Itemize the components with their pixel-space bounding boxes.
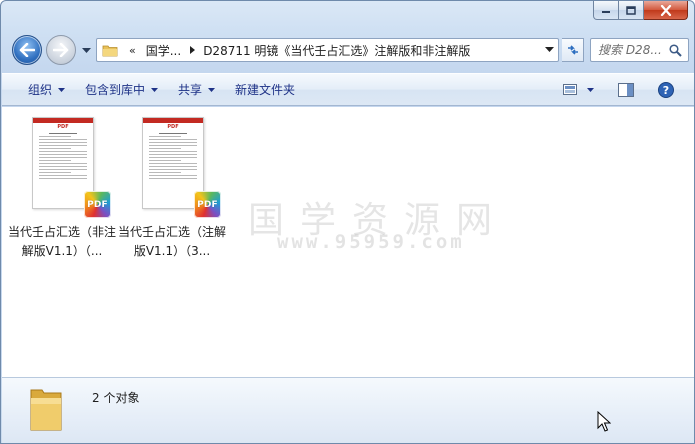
pdf-badge-label: PDF: [197, 199, 218, 210]
view-icon: [563, 83, 577, 95]
pdf-badge-label: PDF: [87, 199, 108, 210]
back-button[interactable]: [12, 35, 42, 65]
chevron-down-icon: [208, 87, 216, 92]
address-dropdown[interactable]: [540, 39, 558, 61]
recent-pages-dropdown[interactable]: [80, 45, 92, 57]
help-button[interactable]: ?: [652, 73, 680, 106]
breadcrumb-arrow-icon[interactable]: [185, 46, 199, 54]
explorer-window: « 国学... D28711 明镜《当代壬占汇选》注解版和非注解版 组织: [0, 0, 695, 444]
file-item[interactable]: PDF PDF 当代壬占汇选（非注解版V1.1）（...: [8, 113, 116, 263]
navigation-row: « 国学... D28711 明镜《当代壬占汇选》注解版和非注解版: [9, 31, 689, 71]
svg-text:?: ?: [663, 84, 669, 97]
address-bar[interactable]: « 国学... D28711 明镜《当代壬占汇选》注解版和非注解版: [96, 38, 559, 62]
search-icon: [669, 43, 682, 57]
thumbnail-label: PDF: [57, 124, 69, 130]
organize-label: 组织: [28, 83, 53, 97]
help-icon: ?: [658, 81, 674, 98]
pdf-file-icon: PDF: [84, 191, 111, 218]
refresh-button[interactable]: [562, 38, 584, 62]
breadcrumb-current-folder[interactable]: D28711 明镜《当代壬占汇选》注解版和非注解版: [199, 42, 474, 59]
chevron-down-icon: [58, 87, 66, 92]
share-label: 共享: [178, 83, 203, 97]
file-name[interactable]: 当代壬占汇选（注解版V1.1）（3...: [118, 223, 226, 261]
file-list-area[interactable]: PDF PDF 当代壬占汇选（非注解版V1.1）（... PDF PDF 当代壬…: [2, 107, 694, 377]
chevron-down-icon: [81, 48, 91, 53]
file-item[interactable]: PDF PDF 当代壬占汇选（注解版V1.1）（3...: [118, 113, 226, 263]
item-count: 2 个对象: [92, 391, 140, 405]
forward-arrow-icon: [53, 43, 69, 57]
close-button[interactable]: [644, 1, 688, 20]
file-name[interactable]: 当代壬占汇选（非注解版V1.1）（...: [8, 223, 116, 261]
forward-button[interactable]: [46, 35, 76, 65]
breadcrumb-guoxue[interactable]: 国学...: [142, 42, 185, 59]
toolbar-right-controls: ?: [557, 73, 694, 106]
folder-icon: [28, 384, 64, 437]
mouse-cursor-icon: [597, 411, 611, 432]
caption-buttons: [593, 1, 688, 21]
new-folder-label: 新建文件夹: [235, 83, 296, 97]
maximize-button[interactable]: [619, 1, 644, 20]
close-icon: [660, 4, 671, 16]
back-arrow-icon: [19, 43, 35, 57]
details-pane: 2 个对象: [2, 377, 694, 443]
thumbnail-label: PDF: [167, 124, 179, 130]
chevron-down-icon: [544, 47, 554, 52]
command-bar: 组织 包含到库中 共享 新建文件夹 ?: [2, 73, 694, 106]
organize-menu[interactable]: 组织: [18, 73, 75, 106]
refresh-icon: [567, 45, 578, 55]
maximize-icon: [626, 5, 636, 15]
folder-icon: [97, 43, 123, 57]
new-folder-button[interactable]: 新建文件夹: [225, 73, 305, 106]
minimize-button[interactable]: [593, 1, 619, 20]
address-overflow[interactable]: «: [123, 44, 142, 57]
share-menu[interactable]: 共享: [168, 73, 225, 106]
change-view-button[interactable]: [557, 73, 600, 106]
include-in-library-menu[interactable]: 包含到库中: [75, 73, 168, 106]
watermark-url: www.95959.com: [277, 231, 465, 253]
preview-pane-icon: [618, 82, 634, 97]
search-input[interactable]: [591, 43, 669, 57]
pdf-file-icon: PDF: [194, 191, 221, 218]
minimize-icon: [602, 11, 610, 13]
chevron-down-icon: [151, 87, 159, 92]
preview-pane-button[interactable]: [612, 73, 640, 106]
search-box[interactable]: [590, 38, 689, 62]
chevron-down-icon: [587, 87, 594, 92]
include-in-library-label: 包含到库中: [85, 83, 146, 97]
